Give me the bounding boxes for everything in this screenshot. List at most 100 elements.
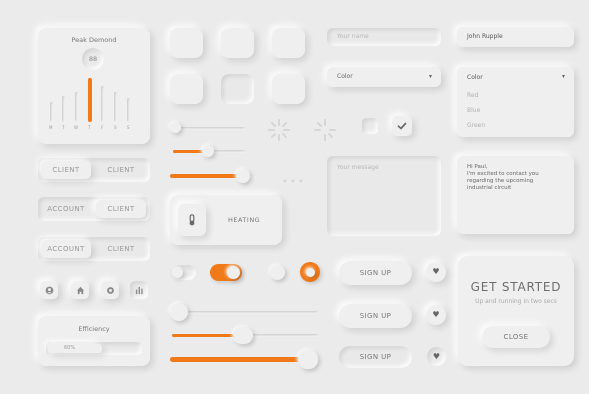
message-textarea[interactable]: Your message xyxy=(327,156,441,236)
segment-label: CLIENT xyxy=(107,245,135,253)
heating-icon-button[interactable] xyxy=(178,204,206,236)
day-label: S xyxy=(127,125,130,130)
message-placeholder: Your message xyxy=(337,164,379,171)
day-label: W xyxy=(74,125,78,130)
loader-spinner-1 xyxy=(266,117,292,143)
slider-6-fill xyxy=(170,357,306,362)
toggle-on[interactable] xyxy=(210,264,242,281)
close-button[interactable]: CLOSE xyxy=(482,326,550,348)
square-button-6[interactable] xyxy=(272,74,305,104)
chart-button[interactable] xyxy=(130,281,148,299)
signup-label: SIGN UP xyxy=(359,312,392,320)
slider-3-handle[interactable] xyxy=(236,169,250,183)
signup-button-3[interactable]: SIGN UP xyxy=(339,346,412,368)
name-input[interactable]: Your name xyxy=(327,28,441,46)
peak-demand-days: M T W T F S S xyxy=(46,125,142,133)
color-select[interactable]: Color ▾ xyxy=(327,67,441,87)
square-button-2[interactable] xyxy=(221,28,254,58)
loader-dots xyxy=(281,170,305,183)
message-filled-text: Hi Paul, I'm excited to contact you rega… xyxy=(467,164,539,191)
toggle-off[interactable] xyxy=(170,265,196,280)
user-icon xyxy=(45,286,53,294)
peak-demand-bars xyxy=(46,76,142,122)
slider-6-handle[interactable] xyxy=(298,350,318,369)
slider-1-track[interactable] xyxy=(173,127,245,130)
segment-label: CLIENT xyxy=(52,166,80,174)
color-option-green[interactable]: Green xyxy=(467,122,485,129)
toggle-knob xyxy=(172,267,183,278)
settings-icon xyxy=(106,286,114,294)
segment-client[interactable]: CLIENT xyxy=(96,200,146,218)
radio-off[interactable] xyxy=(270,265,285,280)
color-dropdown-open[interactable]: Color ▾ Red Blue Green xyxy=(457,67,574,137)
segment-label: ACCOUNT xyxy=(47,205,85,213)
message-filled[interactable]: Hi Paul, I'm excited to contact you rega… xyxy=(457,156,574,234)
checkbox-checked[interactable] xyxy=(392,116,412,136)
segmented-control-1: CLIENT CLIENT xyxy=(38,158,150,182)
chevron-down-icon: ▾ xyxy=(428,73,432,80)
signup-label: SIGN UP xyxy=(359,269,392,277)
heart-icon: ♥ xyxy=(432,351,441,361)
loader-spinner-2 xyxy=(312,117,338,143)
chevron-down-icon: ▾ xyxy=(561,73,565,80)
day-label: F xyxy=(101,125,104,130)
heart-button-3[interactable]: ♥ xyxy=(427,347,446,366)
user-button[interactable] xyxy=(40,281,58,299)
square-button-1[interactable] xyxy=(170,28,203,58)
peak-demand-title: Peak Demond xyxy=(71,36,117,44)
signup-button-1[interactable]: SIGN UP xyxy=(339,261,412,285)
heart-button-1[interactable]: ♥ xyxy=(426,262,446,282)
color-option-red[interactable]: Red xyxy=(467,92,478,99)
segmented-control-3: ACCOUNT CLIENT xyxy=(38,237,150,261)
square-button-3[interactable] xyxy=(272,28,305,58)
heart-icon: ♥ xyxy=(432,310,440,319)
efficiency-bar: 60% xyxy=(46,342,142,355)
segment-label: CLIENT xyxy=(107,166,135,174)
segment-account[interactable]: ACCOUNT xyxy=(41,200,91,218)
spinner-icon xyxy=(268,119,290,141)
signup-button-2[interactable]: SIGN UP xyxy=(339,304,412,328)
name-input-placeholder: Your name xyxy=(337,33,369,40)
spinner-icon xyxy=(314,119,336,141)
loading-dots-icon xyxy=(283,179,303,183)
efficiency-title: Efficiency xyxy=(78,325,110,333)
segment-client-right[interactable]: CLIENT xyxy=(96,161,146,179)
slider-2-handle[interactable] xyxy=(202,145,214,157)
segment-label: CLIENT xyxy=(107,205,135,213)
close-label: CLOSE xyxy=(503,333,529,341)
name-field-value: John Rupple xyxy=(467,33,503,40)
slider-4-handle[interactable] xyxy=(170,303,188,321)
square-button-4[interactable] xyxy=(170,74,203,104)
thermometer-icon xyxy=(189,214,195,226)
heart-icon: ♥ xyxy=(432,267,440,276)
color-select-label: Color xyxy=(337,73,353,80)
square-button-5[interactable] xyxy=(221,74,254,104)
color-option-blue[interactable]: Blue xyxy=(467,107,480,114)
slider-5-handle[interactable] xyxy=(233,327,253,344)
segment-account[interactable]: ACCOUNT xyxy=(41,240,91,258)
heating-card[interactable]: HEATING xyxy=(170,195,282,245)
peak-demand-value: 88 xyxy=(82,48,104,70)
segment-client-left[interactable]: CLIENT xyxy=(41,161,91,179)
check-icon xyxy=(397,122,407,130)
home-icon xyxy=(76,286,84,294)
day-label: T xyxy=(88,125,91,130)
slider-1-handle[interactable] xyxy=(170,122,181,133)
toggle-knob xyxy=(227,266,240,279)
home-button[interactable] xyxy=(71,281,89,299)
settings-button[interactable] xyxy=(101,281,119,299)
heart-button-2[interactable]: ♥ xyxy=(426,305,446,325)
get-started-title: GET STARTED xyxy=(470,280,562,294)
heating-label: HEATING xyxy=(228,216,261,224)
peak-demand-card: Peak Demond 88 M T W T F S S xyxy=(38,28,150,144)
slider-4-track[interactable] xyxy=(172,311,318,314)
segment-client[interactable]: CLIENT xyxy=(96,240,146,258)
radio-on[interactable] xyxy=(300,262,320,282)
checkbox-unchecked[interactable] xyxy=(362,118,378,134)
segment-label: ACCOUNT xyxy=(47,245,85,253)
name-field-filled[interactable]: John Rupple xyxy=(457,27,574,47)
color-dropdown-label: Color xyxy=(467,74,483,81)
segmented-control-2: ACCOUNT CLIENT xyxy=(38,197,150,221)
peak-demand-value-text: 88 xyxy=(88,55,98,63)
day-label: S xyxy=(114,125,117,130)
